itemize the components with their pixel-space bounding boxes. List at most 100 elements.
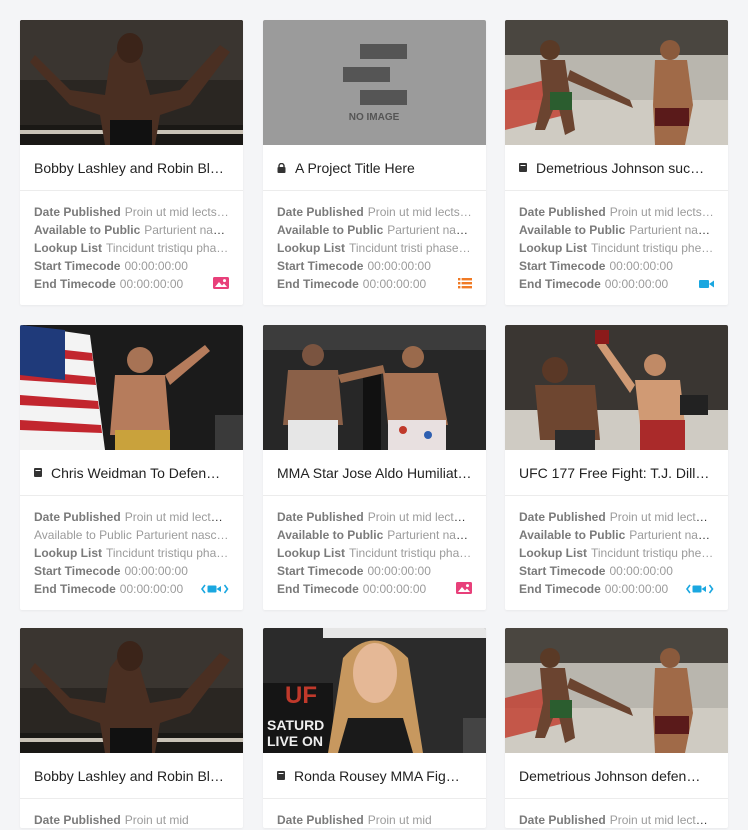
meta-value: 00:00:00:00 xyxy=(119,582,184,596)
card-title-row[interactable]: A Project Title Here xyxy=(263,145,486,191)
meta-label: Date Published xyxy=(34,205,121,219)
card-title[interactable]: A Project Title Here xyxy=(295,160,415,176)
card-thumbnail[interactable]: UF SATURD LIVE ON xyxy=(263,628,486,753)
meta-value: Parturient nasc… xyxy=(387,528,472,542)
card-title-row[interactable]: Bobby Lashley and Robin Bl… xyxy=(20,145,243,191)
meta-end-timecode: End Timecode 00:00:00:00 xyxy=(519,580,714,598)
meta-date-published: Date Published Proin ut mid lects… xyxy=(519,203,714,221)
meta-label: Lookup List xyxy=(519,546,587,560)
card-title-row[interactable]: Bobby Lashley and Robin Bl… xyxy=(20,753,243,799)
card-metadata: Date Published Proin ut mid xyxy=(20,799,243,828)
meta-label: Date Published xyxy=(519,813,606,827)
meta-value: Tincidunt tristiqu pha… xyxy=(106,241,229,255)
meta-date-published: Date Published Proin ut mid lects… xyxy=(34,203,229,221)
card-metadata: Date Published Proin ut mid lectus… xyxy=(505,799,728,828)
card-title-row[interactable]: UFC 177 Free Fight: T.J. Dillas… xyxy=(505,450,728,496)
media-card[interactable]: Demetrious Johnson defen… Date Published P… xyxy=(505,628,728,828)
card-metadata: Date Published Proin ut mid lects… Availab… xyxy=(263,191,486,304)
meta-value: Proin ut mid xyxy=(367,813,432,827)
card-thumbnail[interactable] xyxy=(505,325,728,450)
meta-label: Lookup List xyxy=(277,546,345,560)
meta-label: Start Timecode xyxy=(277,564,364,578)
meta-label: Available to Public xyxy=(34,223,141,237)
card-title[interactable]: Bobby Lashley and Robin Bl… xyxy=(34,768,224,784)
meta-lookup-list: Lookup List Tincidunt tristiqu pha… xyxy=(277,544,472,562)
meta-label: Available to Public xyxy=(277,528,384,542)
meta-date-published: Date Published Proin ut mid lectus… xyxy=(519,811,714,828)
meta-value: Proin ut mid xyxy=(124,813,189,827)
video-icon xyxy=(699,279,714,289)
meta-end-timecode: End Timecode 00:00:00:00 xyxy=(277,275,472,293)
media-card[interactable]: Bobby Lashley and Robin Bl… Date Publishe… xyxy=(20,628,243,828)
meta-label: End Timecode xyxy=(34,582,116,596)
media-card[interactable]: UF SATURD LIVE ON Ronda Rousey MMA Fig… Date… xyxy=(263,628,486,828)
meta-value: 00:00:00:00 xyxy=(367,564,431,578)
media-card[interactable]: Chris Weidman To Defen… Date Published Pro… xyxy=(20,325,243,610)
meta-value: 00:00:00:00 xyxy=(604,582,669,596)
meta-date-published: Date Published Proin ut mid lectus… xyxy=(519,508,714,526)
meta-end-timecode: End Timecode 00:00:00:00 xyxy=(34,275,229,293)
card-thumbnail[interactable]: NO IMAGE xyxy=(263,20,486,145)
svg-text:SATURD: SATURD xyxy=(267,717,324,733)
card-title[interactable]: Bobby Lashley and Robin Bl… xyxy=(34,160,224,176)
document-icon xyxy=(519,163,527,172)
svg-text:UF: UF xyxy=(285,682,317,709)
meta-label: End Timecode xyxy=(519,277,601,291)
card-thumbnail[interactable] xyxy=(20,325,243,450)
media-card[interactable]: Demetrious Johnson suc… Date Published Pro… xyxy=(505,20,728,305)
meta-value: 00:00:00:00 xyxy=(119,277,184,291)
meta-end-timecode: End Timecode 00:00:00:00 xyxy=(34,580,229,598)
meta-lookup-list: Lookup List Tincidunt tristiqu phe… xyxy=(519,239,714,257)
meta-label: End Timecode xyxy=(34,277,116,291)
card-title-row[interactable]: Demetrious Johnson suc… xyxy=(505,145,728,191)
card-title-row[interactable]: Demetrious Johnson defen… xyxy=(505,753,728,799)
svg-text:LIVE ON: LIVE ON xyxy=(267,733,323,749)
media-card[interactable]: UFC 177 Free Fight: T.J. Dillas… Date Pub… xyxy=(505,325,728,610)
meta-start-timecode: Start Timecode 00:00:00:00 xyxy=(34,562,229,580)
meta-available-to-public: Available to Public Parturient naet… xyxy=(277,221,472,239)
meta-label: Date Published xyxy=(277,205,364,219)
card-title[interactable]: Ronda Rousey MMA Fig… xyxy=(294,768,460,784)
meta-value: Parturient naet… xyxy=(387,223,472,237)
media-card[interactable]: Bobby Lashley and Robin Bl… Date Publishe… xyxy=(20,20,243,305)
card-title[interactable]: UFC 177 Free Fight: T.J. Dillas… xyxy=(519,465,714,481)
meta-value: Tincidunt tristiqu pha… xyxy=(106,546,229,560)
meta-date-published: Date Published Proin ut mid xyxy=(277,811,472,828)
meta-label: Start Timecode xyxy=(34,259,121,273)
card-title-row[interactable]: MMA Star Jose Aldo Humiliat… xyxy=(263,450,486,496)
card-thumbnail[interactable] xyxy=(263,325,486,450)
card-thumbnail[interactable] xyxy=(20,20,243,145)
meta-value: Parturient nast… xyxy=(629,223,714,237)
meta-date-published: Date Published Proin ut mid lects… xyxy=(277,203,472,221)
meta-available-to-public: Available to Public Parturient nasc… xyxy=(277,526,472,544)
meta-available-to-public: Available to Public Parturient nasc… xyxy=(34,526,229,544)
card-metadata: Date Published Proin ut mid lectus… Availa… xyxy=(20,496,243,609)
meta-lookup-list: Lookup List Tincidunt tristiqu pha… xyxy=(34,239,229,257)
meta-value: Proin ut mid lects… xyxy=(609,205,714,219)
card-title[interactable]: Chris Weidman To Defen… xyxy=(51,465,220,481)
card-title[interactable]: MMA Star Jose Aldo Humiliat… xyxy=(277,465,472,481)
meta-value: 00:00:00:00 xyxy=(367,259,431,273)
meta-label: Available to Public xyxy=(519,223,626,237)
meta-value: 00:00:00:00 xyxy=(362,277,427,291)
media-card[interactable]: NO IMAGE A Project Title Here Date Publish… xyxy=(263,20,486,305)
meta-value: Tincidunt tristiqu phe… xyxy=(591,241,714,255)
meta-label: Lookup List xyxy=(34,241,102,255)
document-icon xyxy=(277,771,285,780)
media-card[interactable]: MMA Star Jose Aldo Humiliat… Date Publish… xyxy=(263,325,486,610)
card-title-row[interactable]: Chris Weidman To Defen… xyxy=(20,450,243,496)
card-thumbnail[interactable] xyxy=(505,20,728,145)
card-title[interactable]: Demetrious Johnson defen… xyxy=(519,768,700,784)
meta-start-timecode: Start Timecode 00:00:00:00 xyxy=(34,257,229,275)
card-title-row[interactable]: Ronda Rousey MMA Fig… xyxy=(263,753,486,799)
meta-lookup-list: Lookup List Tincidunt tristiqu pha… xyxy=(34,544,229,562)
lock-icon xyxy=(277,162,286,173)
card-title[interactable]: Demetrious Johnson suc… xyxy=(536,160,704,176)
meta-value: Parturient nasc… xyxy=(135,528,229,542)
meta-value: Parturient nast… xyxy=(144,223,229,237)
card-thumbnail[interactable] xyxy=(20,628,243,753)
meta-label: Available to Public xyxy=(34,528,132,542)
meta-label: Start Timecode xyxy=(34,564,121,578)
meta-start-timecode: Start Timecode 00:00:00:00 xyxy=(277,562,472,580)
card-thumbnail[interactable] xyxy=(505,628,728,753)
